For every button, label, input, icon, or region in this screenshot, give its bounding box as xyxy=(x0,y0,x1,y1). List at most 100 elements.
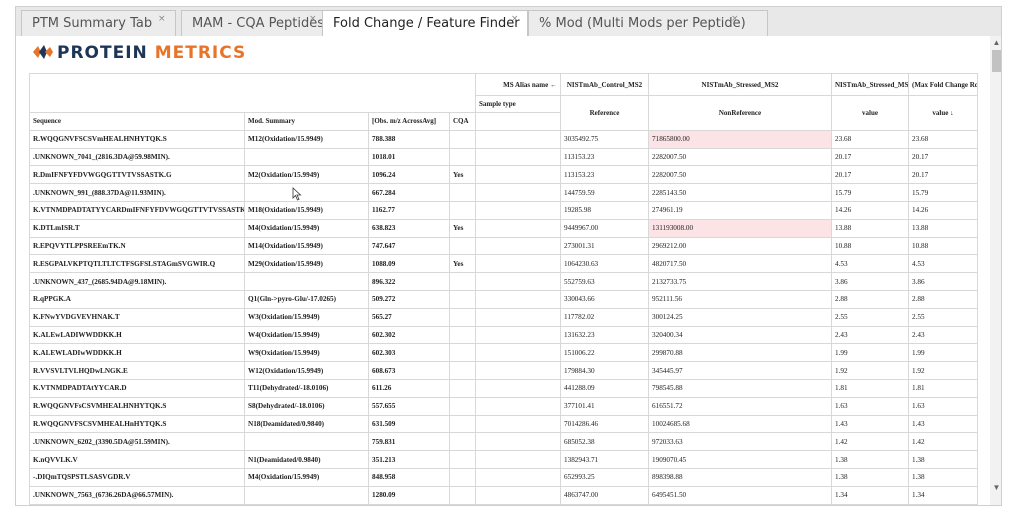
sample-type-cell xyxy=(475,378,561,398)
table-row[interactable]: R.LTISKDTSKNQVVLK.V 558.664 189561.7224868… xyxy=(29,503,978,505)
sequence-cell: .UNKNOWN_991_(888.37DA@11.93MIN). xyxy=(29,183,245,202)
table-row[interactable]: K.ALEWLADIwWDDKK.H W9(Oxidation/15.9949) 6… xyxy=(29,343,978,363)
tab-mam-cqa-peptides[interactable]: MAM - CQA Peptides × xyxy=(181,10,325,37)
reference-value-cell: 189561.72 xyxy=(560,503,649,505)
reference-value-cell: 441288.09 xyxy=(560,378,649,398)
max-fold-change-value-cell: 10.88 xyxy=(908,236,978,256)
max-fold-change-header[interactable]: (Max Fold Change Row) xyxy=(908,73,978,96)
sample-type-cell xyxy=(475,485,561,505)
obs-mz-cell: 602.303 xyxy=(368,343,450,363)
table-row[interactable]: K.nQVVLK.V N1(Deamidated/0.9840) 351.213 13… xyxy=(29,450,978,469)
table-row[interactable]: .UNKNOWN_991_(888.37DA@11.93MIN). 667.284… xyxy=(29,183,978,202)
fold-change-value-cell: 1.38 xyxy=(831,467,909,487)
max-fold-change-value-cell: 23.68 xyxy=(908,129,978,149)
obs-mz-cell: 1280.09 xyxy=(368,485,450,505)
obs-mz-cell: 848.958 xyxy=(368,467,450,487)
fold-change-value-cell: 2.88 xyxy=(831,289,909,309)
table-row[interactable]: R.qPPGK.A Q1(Gln->pyro-Glu/-17.0265) 509.2… xyxy=(29,289,978,309)
max-fold-change-value-cell: 13.88 xyxy=(908,218,978,238)
sequence-cell: K.VTNMDPADTAtYYCAR.D xyxy=(29,378,245,398)
table-row[interactable]: R.EPQVYTLPPSREEmTK.N M14(Oxidation/15.994… xyxy=(29,236,978,256)
fold-change-table: MS Alias name ← NISTmAb_Control_MS2 NIST… xyxy=(29,73,978,505)
table-row[interactable]: K.VTNMDPADTATYYCARDmIFNFYFDVWGQGTTVTVSSA… xyxy=(29,200,978,220)
table-row[interactable]: K.VTNMDPADTAtYYCAR.D T11(Dehydrated/-18.0… xyxy=(29,378,978,398)
reference-value-cell: 131632.23 xyxy=(560,325,649,345)
table-row[interactable]: K.DTLmISR.T M4(Oxidation/15.9949) 638.823 Y… xyxy=(29,218,978,238)
mod-summary-cell: T11(Dehydrated/-18.0106) xyxy=(244,378,369,398)
sequence-cell: R.WQQGNVFSCSVMHEALHnHYTQK.S xyxy=(29,414,245,434)
obs-mz-cell: 631.509 xyxy=(368,414,450,434)
control-column-header[interactable]: NISTmAb_Control_MS2 xyxy=(560,73,649,96)
table-row[interactable]: R.DmIFNFYFDVWGQGTTVTVSSASTK.G M2(Oxidatio… xyxy=(29,165,978,185)
sequence-cell: K.ALEwLADIWWDDKK.H xyxy=(29,325,245,345)
max-fold-change-value-cell: 1.99 xyxy=(908,343,978,363)
fold-change-value-cell: 20.17 xyxy=(831,147,909,167)
reference-value-cell: 1064230.63 xyxy=(560,254,649,274)
fold-change-value-cell: 1.38 xyxy=(831,450,909,469)
cqa-cell xyxy=(449,432,476,452)
logo-mark-icon xyxy=(33,45,53,59)
sample-type-header: Sample type xyxy=(475,95,561,113)
table-row[interactable]: K.ALEwLADIWWDDKK.H W4(Oxidation/15.9949) 6… xyxy=(29,325,978,345)
fold-change-value-cell: 14.26 xyxy=(831,200,909,220)
max-value-sort-header[interactable]: value ↓ xyxy=(908,95,978,131)
nonreference-value-cell: 4820717.50 xyxy=(648,254,832,274)
mod-summary-cell: W12(Oxidation/15.9949) xyxy=(244,361,369,380)
table-row[interactable]: .UNKNOWN_437_(2685.94DA@9.18MIN). 896.322… xyxy=(29,272,978,291)
table-row[interactable]: R.WQQGNVFSCSVmHEALHNHYTQK.S M12(Oxidation… xyxy=(29,129,978,149)
reference-value-cell: 3035492.75 xyxy=(560,129,649,149)
table-row[interactable]: .UNKNOWN_7563_(6736.26DA@66.57MIN). 1280.… xyxy=(29,485,978,505)
tab-close-icon[interactable]: × xyxy=(309,14,317,24)
nonreference-value-cell: 10024685.68 xyxy=(648,414,832,434)
cqa-header[interactable]: CQA xyxy=(449,112,476,131)
fold-change-value-cell: 1.99 xyxy=(831,343,909,363)
sequence-cell: K.VTNMDPADTATYYCARDmIFNFYFDVWGQGTTVTVSSA… xyxy=(29,200,245,220)
fold-change-value-cell: 10.88 xyxy=(831,236,909,256)
scrollbar-thumb[interactable] xyxy=(992,50,1001,72)
obs-mz-header[interactable]: [Obs. m/z AcrossAvg] xyxy=(368,112,450,131)
max-fold-change-value-cell: 1.42 xyxy=(908,432,978,452)
fold-change-value-cell: 23.68 xyxy=(831,129,909,149)
cqa-cell xyxy=(449,467,476,487)
sample-type-cell xyxy=(475,218,561,238)
sequence-cell: .UNKNOWN_437_(2685.94DA@9.18MIN). xyxy=(29,272,245,291)
tab-close-icon[interactable]: × xyxy=(731,14,739,24)
sequence-header[interactable]: Sequence xyxy=(29,112,245,131)
vertical-scrollbar[interactable]: ▲ ▼ xyxy=(990,36,1001,505)
fold-change-value-cell: 20.17 xyxy=(831,165,909,185)
obs-mz-cell: 509.272 xyxy=(368,289,450,309)
nonreference-value-cell: 2285143.50 xyxy=(648,183,832,202)
mod-summary-cell: W3(Oxidation/15.9949) xyxy=(244,307,369,327)
sample-type-cell xyxy=(475,254,561,274)
obs-mz-cell: 747.647 xyxy=(368,236,450,256)
obs-mz-cell: 558.664 xyxy=(368,503,450,505)
obs-mz-cell: 557.655 xyxy=(368,396,450,416)
sequence-cell: .UNKNOWN_7041_(2816.3DA@59.98MIN). xyxy=(29,147,245,167)
max-fold-change-value-cell: 1.34 xyxy=(908,485,978,505)
fold-change-column-header[interactable]: NISTmAb_Stressed_MS2NonReference Fold Ch… xyxy=(831,73,909,96)
tab-fold-change-feature-finder[interactable]: Fold Change / Feature Finder × xyxy=(322,10,528,38)
stressed-column-header[interactable]: NISTmAb_Stressed_MS2 xyxy=(648,73,832,96)
tab-close-icon[interactable]: × xyxy=(158,14,166,24)
tab-ptm-summary[interactable]: PTM Summary Tab × xyxy=(21,10,176,37)
table-row[interactable]: K.FNwYVDGVEVHNAK.T W3(Oxidation/15.9949) 5… xyxy=(29,307,978,327)
ms-alias-header[interactable]: MS Alias name ← xyxy=(475,73,561,96)
table-row[interactable]: R.WQQGNVFSCSVMHEALHnHYTQK.S N18(Deamidate… xyxy=(29,414,978,434)
table-row[interactable]: R.ESGPALVKPTQTLTLTCTFSGFSLSTAGmSVGWIR.Q M… xyxy=(29,254,978,274)
table-row[interactable]: -.DIQmTQSPSTLSASVGDR.V M4(Oxidation/15.99… xyxy=(29,467,978,487)
scroll-down-icon[interactable]: ▼ xyxy=(991,482,1001,493)
mod-summary-header[interactable]: Mod. Summary xyxy=(244,112,369,131)
tab-percent-mod[interactable]: % Mod (Multi Mods per Peptide) × xyxy=(528,10,768,37)
reference-value-cell: 179884.30 xyxy=(560,361,649,380)
nonreference-value-cell: 2282007.50 xyxy=(648,165,832,185)
table-row[interactable]: .UNKNOWN_6202_(3390.5DA@51.59MIN). 759.83… xyxy=(29,432,978,452)
cqa-cell xyxy=(449,236,476,256)
reference-value-cell: 7014286.46 xyxy=(560,414,649,434)
obs-mz-cell: 565.27 xyxy=(368,307,450,327)
table-row[interactable]: R.WQQGNVFsCSVMHEALHNHYTQK.S S8(Dehydrated… xyxy=(29,396,978,416)
mod-summary-cell: M4(Oxidation/15.9949) xyxy=(244,218,369,238)
scroll-up-icon[interactable]: ▲ xyxy=(991,37,1001,48)
table-row[interactable]: .UNKNOWN_7041_(2816.3DA@59.98MIN). 1018.0… xyxy=(29,147,978,167)
tab-close-icon[interactable]: × xyxy=(511,14,519,24)
table-row[interactable]: R.VVSVLTVLHQDwLNGK.E W12(Oxidation/15.994… xyxy=(29,361,978,380)
